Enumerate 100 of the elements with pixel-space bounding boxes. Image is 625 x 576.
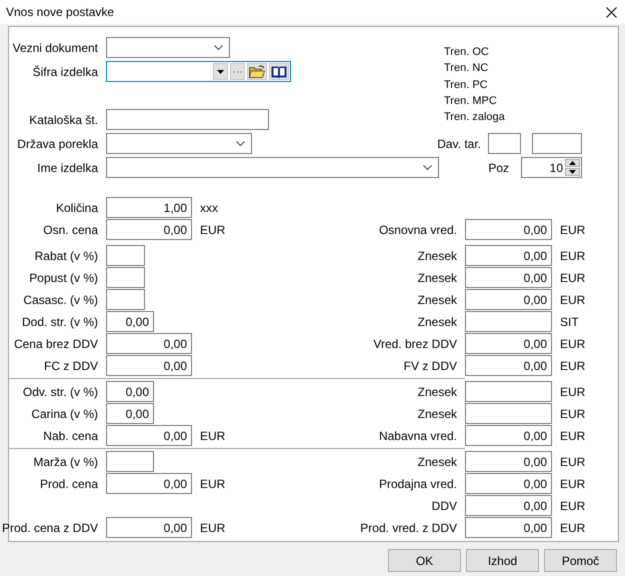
field-label: Poz	[488, 160, 509, 174]
field-label: Dav. tar.	[437, 136, 481, 150]
field-label: Osn. cena	[43, 222, 98, 236]
chevron-down-icon	[214, 45, 223, 50]
field-label: FV z DDV	[404, 358, 457, 372]
field-label: Dod. str. (v %)	[22, 314, 98, 328]
field-label: Znesek	[418, 314, 457, 328]
book-icon	[271, 65, 287, 78]
field-label: Kataloška št.	[29, 113, 98, 129]
dialog-button[interactable]: Izhod	[466, 549, 539, 572]
unit-label: EUR	[560, 270, 582, 284]
lookup-field[interactable]	[106, 61, 291, 82]
text-field[interactable]: 0,00	[465, 267, 552, 288]
field-label: Znesek	[418, 248, 457, 262]
text-field[interactable]: 0,00	[106, 219, 192, 240]
unit-label: EUR	[560, 428, 582, 442]
field-label: Prodajna vred.	[378, 476, 457, 490]
text-field[interactable]: 0,00	[465, 333, 552, 354]
field-label: Ime izdelka	[37, 160, 98, 174]
info-label: Tren. OC	[444, 45, 489, 60]
close-icon[interactable]	[606, 6, 617, 18]
text-field[interactable]	[106, 109, 269, 130]
text-field[interactable]: 1,00	[106, 197, 192, 218]
text-field[interactable]: 0,00	[465, 289, 552, 310]
field-label: Popust (v %)	[29, 270, 98, 284]
field-label: Cena brez DDV	[14, 336, 98, 350]
field-label: Rabat (v %)	[34, 248, 98, 262]
text-field[interactable]: 0,00	[106, 425, 192, 446]
text-field[interactable]: 0,00	[465, 495, 552, 516]
dropdown-button[interactable]	[213, 63, 228, 80]
text-field[interactable]: 0,00	[106, 355, 192, 376]
text-field[interactable]	[465, 403, 552, 424]
field-label: Znesek	[418, 454, 457, 468]
text-field[interactable]: 0,00	[465, 219, 552, 240]
unit-label: EUR	[200, 222, 226, 236]
field-label: Prod. vred. z DDV	[360, 520, 457, 534]
field-label: Prod. cena z DDV	[2, 520, 98, 534]
caret-down-icon	[569, 170, 576, 174]
folder-icon	[249, 65, 265, 78]
unit-label: EUR	[560, 498, 582, 512]
text-field[interactable]: 0,00	[465, 517, 552, 538]
spin-field[interactable]: 10	[521, 157, 582, 178]
text-field[interactable]	[532, 133, 582, 154]
text-field[interactable]: 0,00	[465, 425, 552, 446]
text-field[interactable]	[465, 311, 552, 332]
field-label: Znesek	[418, 270, 457, 284]
unit-label: EUR	[560, 454, 582, 468]
dialog-button[interactable]: Pomoč	[544, 549, 617, 572]
unit-label: EUR	[200, 476, 226, 490]
field-label: Casasc. (v %)	[23, 292, 98, 306]
chevron-down-icon	[236, 141, 245, 146]
field-label: Carina (v %)	[31, 406, 98, 420]
dropdown-field[interactable]	[106, 37, 230, 58]
window-title: Vnos nove postavke	[6, 5, 114, 19]
unit-label: EUR	[560, 248, 582, 262]
field-label: Nab. cena	[43, 428, 98, 442]
field-label: DDV	[432, 498, 457, 512]
unit-label: EUR	[560, 222, 582, 236]
text-field[interactable]	[106, 267, 145, 288]
field-label: Odv. str. (v %)	[22, 384, 98, 398]
text-field[interactable]: 0,00	[106, 517, 192, 538]
field-label: Znesek	[418, 384, 457, 398]
field-label: Količina	[56, 200, 98, 214]
book-button[interactable]	[269, 63, 289, 80]
info-label: Tren. MPC	[444, 94, 497, 109]
folder-button[interactable]	[247, 63, 267, 80]
info-label: Tren. NC	[444, 61, 488, 76]
text-field[interactable]: 0,00	[465, 355, 552, 376]
text-field[interactable]	[106, 289, 145, 310]
spin-up-button[interactable]	[565, 159, 580, 167]
dropdown-field[interactable]	[106, 133, 252, 154]
dropdown-field[interactable]	[106, 157, 439, 178]
field-label: Prod. cena	[40, 476, 98, 490]
text-field[interactable]: 0,00	[106, 473, 192, 494]
text-field[interactable]	[488, 133, 521, 154]
text-field[interactable]: 0,00	[106, 381, 154, 402]
text-field[interactable]: 0,00	[106, 333, 192, 354]
text-field[interactable]: 0,00	[465, 245, 552, 266]
unit-label: SIT	[560, 314, 580, 328]
unit-label: EUR	[560, 292, 582, 306]
unit-label: EUR	[200, 520, 226, 534]
text-field[interactable]	[465, 381, 552, 402]
text-field[interactable]	[106, 451, 154, 472]
field-label: Država porekla	[17, 136, 98, 150]
field-label: Marža (v %)	[33, 454, 98, 468]
text-field[interactable]: 0,00	[465, 451, 552, 472]
unit-label: EUR	[560, 406, 582, 420]
spin-down-button[interactable]	[565, 168, 580, 176]
unit-label: EUR	[200, 428, 226, 442]
text-field[interactable]	[106, 245, 145, 266]
field-label: Šifra izdelka	[32, 64, 98, 78]
unit-label: EUR	[560, 384, 582, 398]
field-label: Nabavna vred.	[378, 428, 457, 442]
text-field[interactable]: 0,00	[465, 473, 552, 494]
text-field[interactable]: 0,00	[106, 311, 154, 332]
dialog-button[interactable]: OK	[388, 549, 461, 572]
caret-icon	[217, 70, 224, 74]
field-label: Vezni dokument	[12, 40, 98, 54]
text-field[interactable]: 0,00	[106, 403, 154, 424]
field-label: FC z DDV	[44, 358, 98, 372]
